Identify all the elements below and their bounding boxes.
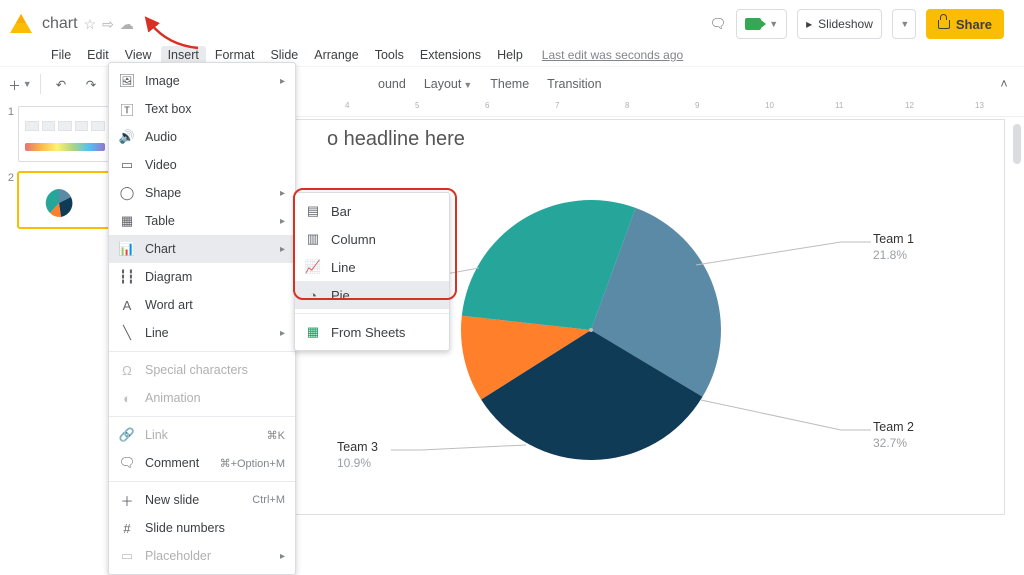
last-edit-link[interactable]: Last edit was seconds ago <box>542 48 683 62</box>
insert-comment[interactable]: 🗨Comment⌘+Option+M <box>109 449 295 477</box>
table-icon: ▦ <box>119 213 135 229</box>
insert-video[interactable]: ▭Video <box>109 151 295 179</box>
video-icon: ▭ <box>119 157 135 173</box>
insert-animation: ◐Animation <box>109 384 295 412</box>
slide-headline[interactable]: o headline here <box>327 128 465 151</box>
right-tools: 🗨 ▼ ▸Slideshow ▼ Share <box>710 9 1016 39</box>
menu-ext[interactable]: Extensions <box>413 46 488 64</box>
insert-placeholder: ▭Placeholder▸ <box>109 542 295 570</box>
line-icon: ╲ <box>119 325 135 341</box>
layout-button[interactable]: Layout▼ <box>416 77 480 91</box>
chart-sub-line[interactable]: 📈Line <box>295 253 449 281</box>
animation-icon: ◐ <box>119 390 135 406</box>
lock-icon <box>938 20 950 29</box>
title-bar: chart ☆ ⇨ ☁ 🗨 ▼ ▸Slideshow ▼ Share <box>0 0 1024 44</box>
pie-chart-icon: ◔ <box>305 287 321 303</box>
app-icon <box>8 11 34 37</box>
slide-thumb-2[interactable] <box>18 172 112 228</box>
chart-sub-bar[interactable]: ▤Bar <box>295 197 449 225</box>
move-icon[interactable]: ⇨ <box>102 16 114 33</box>
diagram-icon: ┇┇ <box>119 269 135 285</box>
film-strip[interactable]: 1 2 <box>0 100 125 528</box>
wordart-icon: A <box>119 297 135 313</box>
transition-button[interactable]: Transition <box>539 77 609 91</box>
insert-wordart[interactable]: AWord art <box>109 291 295 319</box>
chart-sub-pie[interactable]: ◔Pie <box>295 281 449 309</box>
pie-label-team2: Team 232.7% <box>873 420 914 451</box>
shape-icon: ◯ <box>119 185 135 201</box>
pie-label-team3: Team 310.9% <box>337 440 378 471</box>
insert-audio[interactable]: 🔊Audio <box>109 123 295 151</box>
insert-link: 🔗Link⌘K <box>109 421 295 449</box>
chart-icon: 📊 <box>119 241 135 257</box>
collapse-toolbar-button[interactable]: ˄ <box>990 70 1018 98</box>
play-icon: ▸ <box>806 17 812 31</box>
menu-arrange[interactable]: Arrange <box>307 46 365 64</box>
doc-badges: ☆ ⇨ ☁ <box>84 16 134 33</box>
star-icon[interactable]: ☆ <box>84 16 97 33</box>
undo-button[interactable]: ↶ <box>47 70 75 98</box>
insert-line[interactable]: ╲Line▸ <box>109 319 295 347</box>
insert-shape[interactable]: ◯Shape▸ <box>109 179 295 207</box>
insert-dropdown: 🖼Image▸ 🅃Text box 🔊Audio ▭Video ◯Shape▸ … <box>108 62 296 575</box>
menu-file[interactable]: File <box>44 46 78 64</box>
thumb-num-1: 1 <box>4 106 14 118</box>
background-button[interactable]: ound <box>370 77 414 91</box>
insert-image[interactable]: 🖼Image▸ <box>109 67 295 95</box>
menu-tools[interactable]: Tools <box>368 46 411 64</box>
new-slide-button[interactable]: ＋▼ <box>6 70 34 98</box>
image-icon: 🖼 <box>119 73 135 89</box>
slide-thumb-1[interactable] <box>18 106 112 162</box>
column-chart-icon: ▥ <box>305 231 321 247</box>
redo-button[interactable]: ↷ <box>77 70 105 98</box>
theme-button[interactable]: Theme <box>482 77 537 91</box>
hash-icon: # <box>119 520 135 536</box>
bar-chart-icon: ▤ <box>305 203 321 219</box>
comment-icon: 🗨 <box>119 455 135 471</box>
slideshow-button[interactable]: ▸Slideshow <box>797 9 882 39</box>
cloud-icon[interactable]: ☁ <box>120 16 134 33</box>
plus-icon: ＋ <box>119 492 135 508</box>
sheets-icon: ▦ <box>305 324 321 340</box>
thumb-num-2: 2 <box>4 172 14 184</box>
comments-history-icon[interactable]: 🗨 <box>710 16 727 32</box>
insert-chart[interactable]: 📊Chart▸ <box>109 235 295 263</box>
insert-slide-numbers[interactable]: #Slide numbers <box>109 514 295 542</box>
omega-icon: Ω <box>119 362 135 378</box>
insert-special-chars: ΩSpecial characters <box>109 356 295 384</box>
link-icon: 🔗 <box>119 427 135 443</box>
vertical-scrollbar[interactable] <box>1012 120 1022 518</box>
placeholder-icon: ▭ <box>119 548 135 564</box>
pie-chart[interactable] <box>451 190 731 470</box>
doc-name[interactable]: chart <box>42 15 78 33</box>
line-chart-icon: 📈 <box>305 259 321 275</box>
insert-table[interactable]: ▦Table▸ <box>109 207 295 235</box>
audio-icon: 🔊 <box>119 129 135 145</box>
insert-diagram[interactable]: ┇┇Diagram <box>109 263 295 291</box>
insert-new-slide[interactable]: ＋New slideCtrl+M <box>109 486 295 514</box>
chart-submenu: ▤Bar ▥Column 📈Line ◔Pie ▦From Sheets <box>294 192 450 351</box>
share-button[interactable]: Share <box>926 9 1004 39</box>
pie-label-team1: Team 121.8% <box>873 232 914 263</box>
menu-help[interactable]: Help <box>490 46 530 64</box>
chart-sub-from-sheets[interactable]: ▦From Sheets <box>295 318 449 346</box>
chart-sub-column[interactable]: ▥Column <box>295 225 449 253</box>
slideshow-dropdown[interactable]: ▼ <box>892 9 916 39</box>
meet-button[interactable]: ▼ <box>736 9 787 39</box>
insert-textbox[interactable]: 🅃Text box <box>109 95 295 123</box>
camera-icon <box>745 18 761 30</box>
textbox-icon: 🅃 <box>119 101 135 117</box>
